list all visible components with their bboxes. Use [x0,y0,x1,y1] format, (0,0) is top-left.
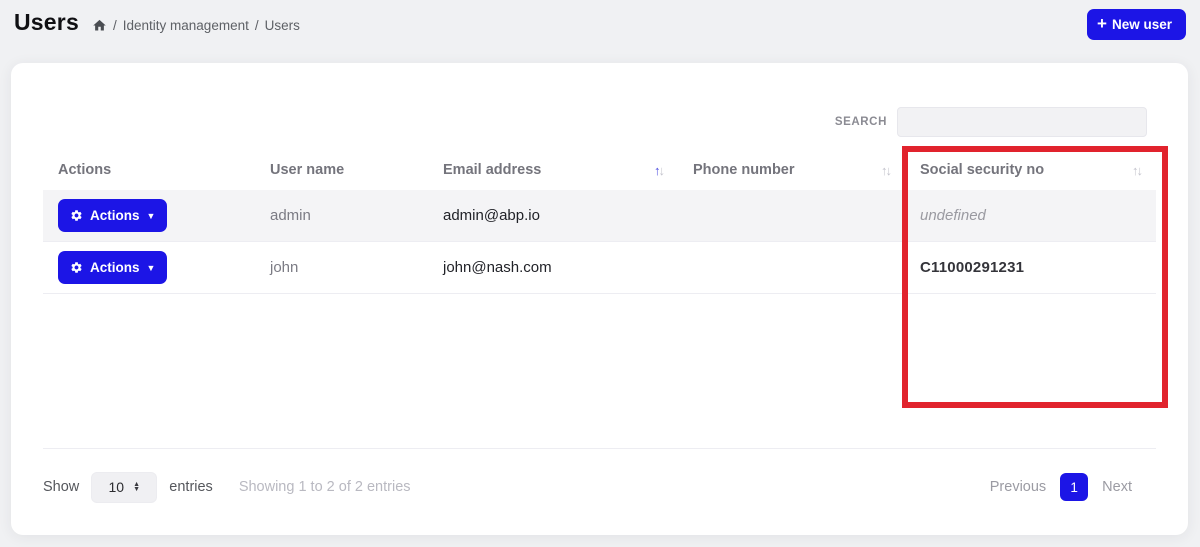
breadcrumb-item-identity-management[interactable]: Identity management [123,18,249,33]
table-row-john: Actions ▼ john john@nash.com C1100029123… [43,242,1156,294]
sort-icon-email[interactable]: ↑↓ [654,164,663,177]
breadcrumb-separator: / [255,18,259,33]
pagination: Previous 1 Next [990,473,1156,501]
entries-label: entries [169,479,213,495]
page-size-value: 10 [109,479,125,495]
entries-controls: Show 10 ▲▼ entries Showing 1 to 2 of 2 e… [43,472,411,503]
column-header-social-security-no[interactable]: Social security no ↑↓ [905,162,1156,178]
new-user-button-label: New user [1112,17,1172,32]
page-title: Users [14,9,79,36]
column-header-actions: Actions [43,162,255,178]
gear-icon [70,209,83,222]
table-header-row: Actions User name Email address ↑↓ Phone… [43,150,1156,190]
social-security-cell: C11000291231 [905,259,1156,276]
caret-down-icon: ▼ [147,264,156,273]
actions-button-label: Actions [90,208,140,223]
breadcrumb-separator: / [113,18,117,33]
users-card: SEARCH Actions User name Email address ↑… [11,63,1188,535]
footer-divider [43,448,1156,449]
breadcrumb-item-users[interactable]: Users [265,18,300,33]
pagination-page-1[interactable]: 1 [1060,473,1088,501]
actions-dropdown-button[interactable]: Actions ▼ [58,199,167,232]
new-user-button[interactable]: + New user [1087,9,1186,40]
table-row-admin: Actions ▼ admin admin@abp.io undefined [43,190,1156,242]
column-header-user-name: User name [255,162,428,178]
show-label: Show [43,479,79,495]
caret-down-icon: ▼ [147,212,156,221]
page-size-select[interactable]: 10 ▲▼ [91,472,157,503]
page-header: Users / Identity management / Users + Ne… [0,0,1200,56]
select-updown-icon: ▲▼ [133,482,140,492]
column-header-email-address[interactable]: Email address ↑↓ [428,162,678,178]
sort-icon-phone[interactable]: ↑↓ [881,164,890,177]
pagination-next[interactable]: Next [1102,479,1132,495]
pagination-previous[interactable]: Previous [990,479,1046,495]
plus-icon: + [1097,15,1107,32]
actions-dropdown-button[interactable]: Actions ▼ [58,251,167,284]
sort-desc-icon: ↓ [659,164,664,177]
gear-icon [70,261,83,274]
sort-desc-icon: ↓ [886,164,891,177]
breadcrumb: / Identity management / Users [92,18,300,33]
actions-cell: Actions ▼ [43,199,255,232]
user-name-cell: john [255,259,428,276]
sort-desc-icon: ↓ [1137,164,1142,177]
column-header-phone-number[interactable]: Phone number ↑↓ [678,162,905,178]
email-cell: admin@abp.io [428,207,678,224]
search-row: SEARCH [835,107,1147,137]
social-security-cell: undefined [905,207,1156,224]
email-cell: john@nash.com [428,259,678,276]
table-footer: Show 10 ▲▼ entries Showing 1 to 2 of 2 e… [43,459,1156,515]
actions-button-label: Actions [90,260,140,275]
home-icon[interactable] [92,18,107,33]
sort-icon-ssn[interactable]: ↑↓ [1132,164,1141,177]
user-name-cell: admin [255,207,428,224]
search-input[interactable] [897,107,1147,137]
search-label: SEARCH [835,116,887,128]
actions-cell: Actions ▼ [43,251,255,284]
users-table: Actions User name Email address ↑↓ Phone… [43,150,1156,294]
entries-info: Showing 1 to 2 of 2 entries [239,479,411,495]
